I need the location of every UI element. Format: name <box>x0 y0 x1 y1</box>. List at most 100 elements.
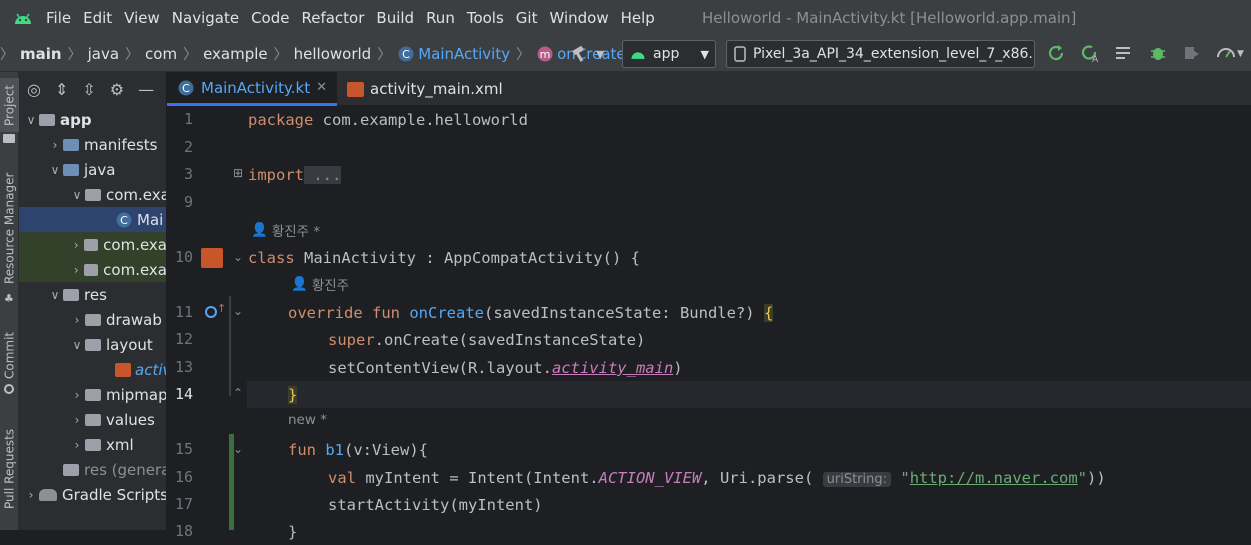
menu-navigate[interactable]: Navigate <box>172 0 239 36</box>
tree-item-mipmap[interactable]: › mipmap <box>69 382 166 407</box>
run-config-select[interactable]: app ▼ <box>622 40 716 68</box>
new-hint[interactable]: new * <box>288 412 327 428</box>
line-number: 16 <box>174 468 193 486</box>
breadcrumb-example[interactable]: example <box>203 36 268 72</box>
tree-item-manifests[interactable]: › manifests <box>47 132 158 157</box>
author-hint[interactable]: 👤 황진주 * <box>251 220 320 240</box>
apply-code-changes-icon[interactable]: A <box>1080 43 1100 63</box>
call: .onCreate(savedInstanceState) <box>374 331 646 349</box>
breadcrumb-helloworld[interactable]: helloworld <box>294 36 372 72</box>
tab-label: activity_main.xml <box>370 80 503 98</box>
menu-window[interactable]: Window <box>549 0 608 36</box>
minimize-icon[interactable]: — <box>138 80 154 99</box>
window-title: Helloworld - MainActivity.kt [Helloworld… <box>702 9 1077 27</box>
fold-expand-icon[interactable]: ⊞ <box>233 166 243 180</box>
package-icon <box>83 238 99 251</box>
profiler-icon[interactable]: ▼ <box>1216 43 1244 63</box>
apply-changes-restart-icon[interactable] <box>1046 43 1066 63</box>
collapse-all-icon[interactable]: ⇕ <box>55 80 68 99</box>
fold-collapse-icon[interactable]: ⌄ <box>233 304 243 318</box>
debug-bug-icon[interactable] <box>1148 43 1168 63</box>
tab-mainactivity[interactable]: C MainActivity.kt ✕ <box>167 72 338 106</box>
expand-all-icon[interactable]: ⇳ <box>82 80 95 99</box>
breadcrumb-java[interactable]: java <box>88 36 119 72</box>
tree-item-app[interactable]: ∨ app <box>23 107 92 132</box>
menu-refactor[interactable]: Refactor <box>301 0 364 36</box>
build-button[interactable]: ▼ <box>570 44 604 64</box>
tab-activity-main-xml[interactable]: activity_main.xml <box>337 72 513 106</box>
tree-item-label: res <box>84 285 107 304</box>
breadcrumb-mainactivity[interactable]: C MainActivity <box>397 36 510 72</box>
tree-item-mainactivity[interactable]: C Mai <box>19 207 166 232</box>
tree-item-package[interactable]: ∨ com.exa <box>69 182 166 207</box>
menu-git[interactable]: Git <box>516 0 538 36</box>
tree-item-package-test[interactable]: › com.exa <box>19 257 167 282</box>
tree-item-java[interactable]: ∨ java <box>47 157 116 182</box>
attach-debugger-icon[interactable] <box>1182 43 1202 63</box>
device-select[interactable]: Pixel_3a_API_34_extension_level_7_x86... <box>726 40 1035 68</box>
svg-text:C: C <box>182 82 190 95</box>
menu-view[interactable]: View <box>124 0 160 36</box>
tool-tab-resource-manager[interactable]: Resource Manager <box>0 168 19 288</box>
fold-collapse-icon[interactable]: ⌄ <box>233 442 243 456</box>
code-line-3: import ... <box>248 162 342 188</box>
code-line-15: fun b1(v:View){ <box>288 437 428 463</box>
override-marker-icon[interactable] <box>205 306 217 318</box>
constant: ACTION_VIEW <box>598 469 702 487</box>
hammer-icon <box>572 45 584 62</box>
close-icon[interactable]: ✕ <box>316 80 327 95</box>
layout-gutter-icon[interactable] <box>201 248 223 268</box>
menu-build[interactable]: Build <box>376 0 414 36</box>
kotlin-class-icon: C <box>398 46 414 61</box>
xml-file-icon <box>115 362 131 377</box>
line-number: 18 <box>174 522 193 540</box>
line-number: 13 <box>174 358 193 376</box>
chevron-right-icon: › <box>73 262 79 277</box>
tree-item-gradle-scripts[interactable]: › Gradle Scripts <box>23 482 166 507</box>
tree-item-values[interactable]: › values <box>69 407 155 432</box>
dropdown-arrow-icon: ▼ <box>700 47 709 61</box>
xml-file-icon <box>347 81 365 97</box>
menu-edit[interactable]: Edit <box>83 0 112 36</box>
url-link[interactable]: http://m.naver.com <box>910 469 1078 487</box>
tool-tab-pull-requests-label: Pull Requests <box>2 428 17 510</box>
tree-item-activity-main[interactable]: activ <box>115 357 166 382</box>
tab-label: MainActivity.kt <box>201 78 311 97</box>
menu-code[interactable]: Code <box>251 0 289 36</box>
dropdown-arrow-icon: ▼ <box>596 47 605 61</box>
logcat-icon[interactable] <box>1114 43 1134 63</box>
target-icon[interactable]: ◎ <box>27 80 41 99</box>
keyword: val <box>328 469 356 487</box>
closing-brace: } <box>288 523 298 541</box>
tree-item-drawable[interactable]: › drawab <box>69 307 162 332</box>
tree-item-xml[interactable]: › xml <box>69 432 134 457</box>
chevron-right-icon: › <box>74 387 80 402</box>
breadcrumb-main[interactable]: main <box>20 36 62 72</box>
author-hint[interactable]: 👤 황진주 <box>291 274 349 294</box>
chevron-right-icon: › <box>74 437 80 452</box>
tree-item-package-androidtest[interactable]: › com.exa <box>19 232 167 257</box>
menu-run[interactable]: Run <box>426 0 455 36</box>
code-line-18: } <box>288 519 297 545</box>
tool-tab-project[interactable]: Project <box>0 78 19 132</box>
tree-item-layout[interactable]: ∨ layout <box>69 332 153 357</box>
tree-item-res-generated[interactable]: res (genera <box>47 457 166 482</box>
menu-help[interactable]: Help <box>621 0 655 36</box>
fold-collapse-icon[interactable]: ⌄ <box>233 250 243 264</box>
tree-item-res[interactable]: ∨ res <box>47 282 107 307</box>
kotlin-class-icon: C <box>178 80 194 95</box>
tool-tab-pull-requests[interactable]: Pull Requests <box>0 424 19 514</box>
gear-icon[interactable]: ⚙ <box>110 80 124 99</box>
tree-item-label: com.exa <box>103 260 167 279</box>
tree-item-label: com.exa <box>103 235 167 254</box>
tool-tab-commit[interactable]: Commit <box>0 330 19 380</box>
line-number: 9 <box>183 193 193 211</box>
keyword: override fun <box>288 304 410 322</box>
tree-item-label: values <box>106 410 155 429</box>
menu-tools[interactable]: Tools <box>467 0 504 36</box>
menu-file[interactable]: File <box>46 0 71 36</box>
code-editor[interactable]: package com.example.helloworld import ..… <box>247 106 1251 541</box>
resource-reference[interactable]: activity_main <box>552 359 673 377</box>
breadcrumb-com[interactable]: com <box>145 36 177 72</box>
folded-imports[interactable]: ... <box>304 166 342 184</box>
